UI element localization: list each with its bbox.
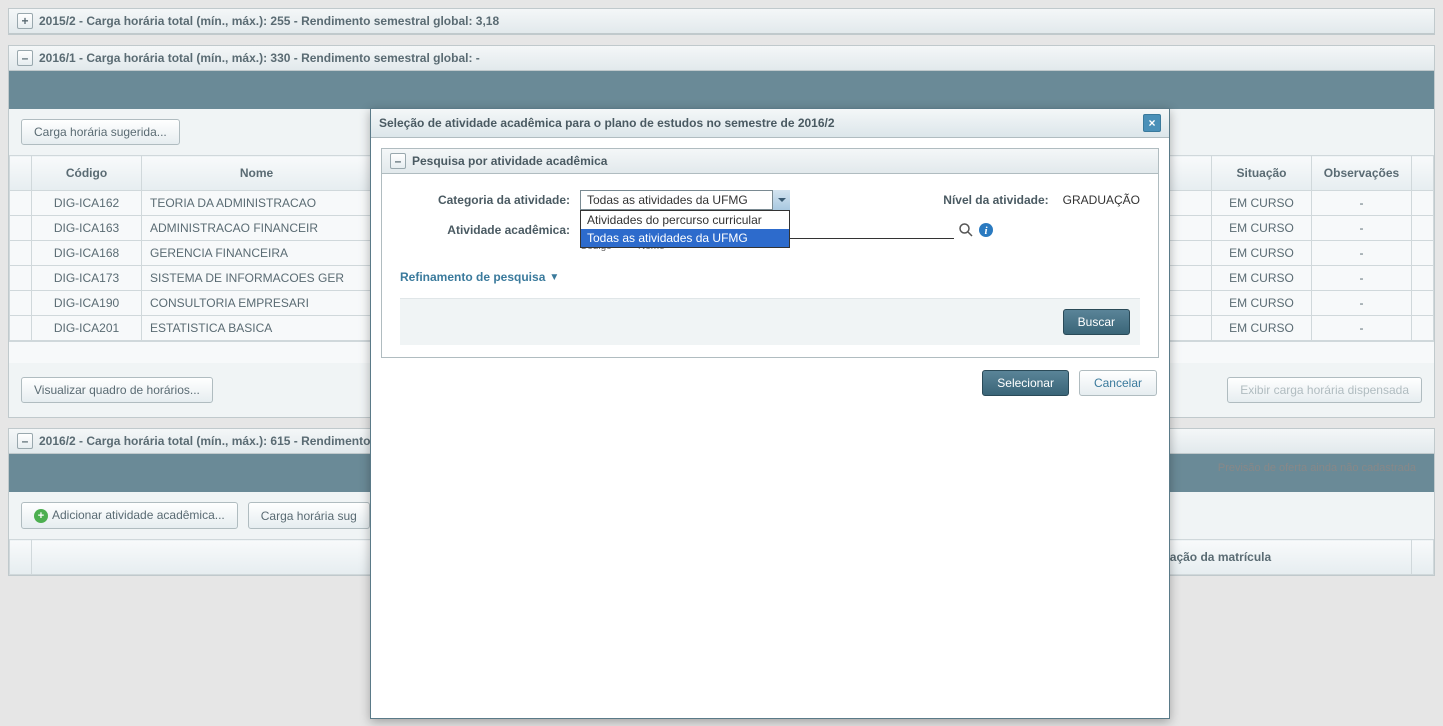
cell-codigo: DIG-ICA190 <box>32 291 142 316</box>
cell-codigo: DIG-ICA201 <box>32 316 142 341</box>
cell-nome: SISTEMA DE INFORMACOES GER <box>142 266 372 291</box>
expand-icon[interactable]: + <box>17 13 33 29</box>
cell-situacao: EM CURSO <box>1212 316 1312 341</box>
carga-sugerida-button[interactable]: Carga horária sugerida... <box>21 119 180 145</box>
col-codigo: Código <box>32 156 142 191</box>
col-obs: Observações <box>1312 156 1412 191</box>
cell-codigo: DIG-ICA163 <box>32 216 142 241</box>
visualizar-quadro-button[interactable]: Visualizar quadro de horários... <box>21 377 213 403</box>
cell-nome: CONSULTORIA EMPRESARI <box>142 291 372 316</box>
chevron-down-icon <box>772 190 790 210</box>
collapse-icon[interactable]: – <box>17 50 33 66</box>
col-situacao: Situação <box>1212 156 1312 191</box>
search-icon[interactable] <box>958 222 974 238</box>
collapse-icon[interactable]: – <box>390 153 406 169</box>
section-bar <box>9 71 1434 109</box>
collapse-icon[interactable]: – <box>17 433 33 449</box>
modal-title: Seleção de atividade acadêmica para o pl… <box>379 116 835 130</box>
close-icon[interactable]: × <box>1143 114 1161 132</box>
semester-panel-2015-2: + 2015/2 - Carga horária total (mín., má… <box>8 8 1435 35</box>
cell-codigo: DIG-ICA173 <box>32 266 142 291</box>
cell-obs: - <box>1312 191 1412 216</box>
cell-nome: ESTATISTICA BASICA <box>142 316 372 341</box>
buscar-button[interactable]: Buscar <box>1063 309 1130 335</box>
cell-obs: - <box>1312 291 1412 316</box>
cell-codigo: DIG-ICA168 <box>32 241 142 266</box>
search-panel: – Pesquisa por atividade acadêmica Categ… <box>381 148 1159 358</box>
cell-situacao: EM CURSO <box>1212 241 1312 266</box>
chevron-down-icon: ▼ <box>549 272 559 283</box>
plus-icon: + <box>34 509 48 523</box>
dropdown-option[interactable]: Atividades do percurso curricular <box>581 211 789 229</box>
activity-selection-modal: Seleção de atividade acadêmica para o pl… <box>370 108 1170 719</box>
carga-sugerida-button[interactable]: Carga horária sug <box>248 502 370 529</box>
cell-codigo: DIG-ICA162 <box>32 191 142 216</box>
cell-situacao: EM CURSO <box>1212 216 1312 241</box>
search-panel-title: Pesquisa por atividade acadêmica <box>412 154 607 168</box>
label-atividade: Atividade acadêmica: <box>400 220 580 237</box>
categoria-dropdown[interactable]: Todas as atividades da UFMG Atividades d… <box>580 190 790 210</box>
cell-nome: ADMINISTRACAO FINANCEIR <box>142 216 372 241</box>
cell-obs: - <box>1312 216 1412 241</box>
info-icon[interactable]: i <box>978 222 994 238</box>
cell-obs: - <box>1312 316 1412 341</box>
refine-search-link[interactable]: Refinamento de pesquisa ▼ <box>400 270 559 284</box>
cell-situacao: EM CURSO <box>1212 191 1312 216</box>
label-nivel: Nível da atividade: <box>943 193 1048 207</box>
cell-obs: - <box>1312 241 1412 266</box>
cell-nome: TEORIA DA ADMINISTRACAO <box>142 191 372 216</box>
adicionar-atividade-button[interactable]: +Adicionar atividade acadêmica... <box>21 502 238 529</box>
cell-situacao: EM CURSO <box>1212 266 1312 291</box>
cancelar-button[interactable]: Cancelar <box>1079 370 1157 396</box>
panel-title: 2015/2 - Carga horária total (mín., máx.… <box>39 14 499 28</box>
dropdown-list: Atividades do percurso curricular Todas … <box>580 210 790 248</box>
cell-nome: GERENCIA FINANCEIRA <box>142 241 372 266</box>
selecionar-button[interactable]: Selecionar <box>982 370 1069 396</box>
panel-title: 2016/1 - Carga horária total (mín., máx.… <box>39 51 480 65</box>
cell-situacao: EM CURSO <box>1212 291 1312 316</box>
col-nome: Nome <box>142 156 372 191</box>
label-categoria: Categoria da atividade: <box>400 190 580 207</box>
cell-obs: - <box>1312 266 1412 291</box>
panel-title: 2016/2 - Carga horária total (mín., máx.… <box>39 434 370 448</box>
exibir-carga-dispensada-button[interactable]: Exibir carga horária dispensada <box>1227 377 1422 403</box>
legend-oferta: Previsão de oferta ainda não cadastrada <box>1218 462 1416 474</box>
nivel-value: GRADUAÇÃO <box>1063 193 1140 207</box>
dropdown-option[interactable]: Todas as atividades da UFMG <box>581 229 789 247</box>
